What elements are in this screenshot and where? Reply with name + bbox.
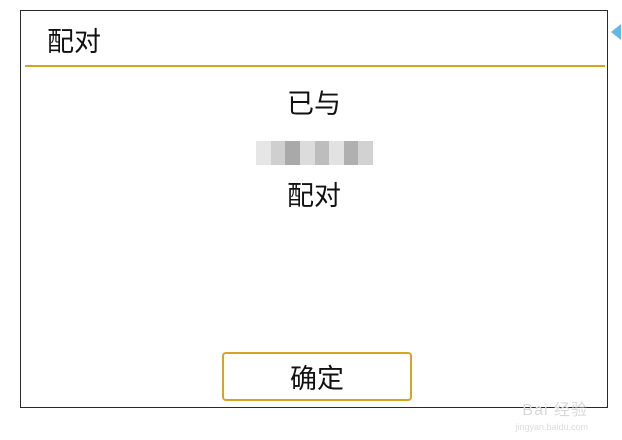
title-divider [25, 65, 605, 67]
dialog-title: 配对 [47, 27, 101, 58]
message-line-prefix: 已与 [287, 89, 341, 120]
message-line-suffix: 配对 [287, 181, 341, 212]
watermark-url: jingyan.baidu.com [515, 422, 588, 432]
pairing-dialog: 配对 已与 配对 确定 [20, 10, 608, 408]
ok-button[interactable]: 确定 [222, 352, 412, 401]
device-name-pixelated [256, 141, 373, 165]
corner-marker-icon [611, 24, 621, 40]
watermark-logo: Bai 经验 [522, 402, 588, 419]
